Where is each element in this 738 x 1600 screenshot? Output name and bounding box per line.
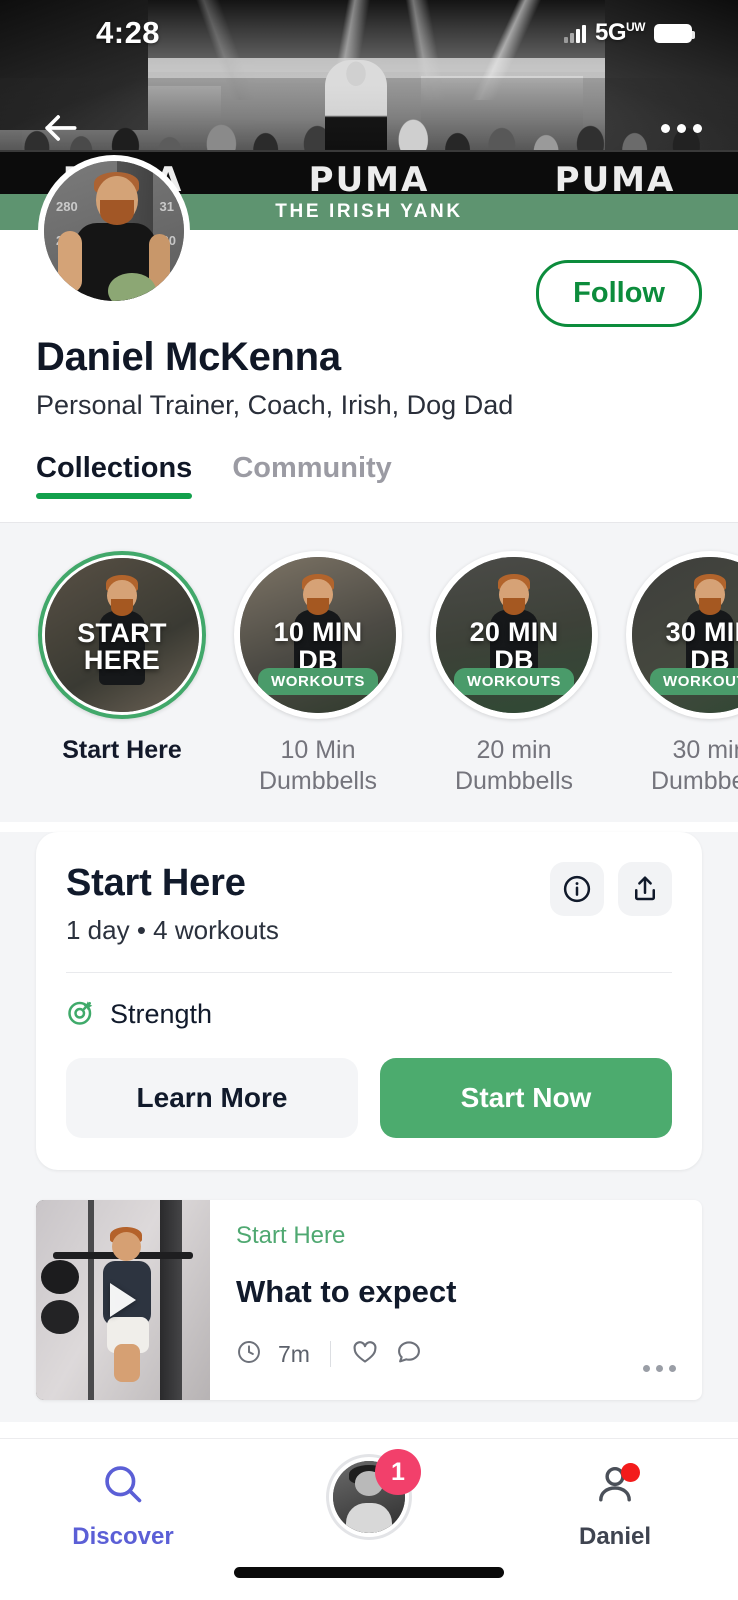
follow-button[interactable]: Follow [536,260,702,327]
profile-tabs: Collections Community [0,452,738,522]
collection-overlay-line1: 20 MIN [469,617,559,648]
tab-collections[interactable]: Collections [36,452,193,499]
start-now-button[interactable]: Start Now [380,1057,672,1138]
play-icon[interactable] [110,1282,136,1317]
workout-thumbnail[interactable] [36,1199,210,1400]
collection-name: Start Here [62,736,182,764]
program-title: Start Here [66,861,246,904]
collection-name: 20 min Dumbbells [454,736,574,796]
status-bar: 4:28 5GUW [0,0,738,66]
learn-more-button[interactable]: Learn More [66,1057,358,1138]
workout-eyebrow: Start Here [236,1221,346,1249]
collection-item-30-min-dumbbells[interactable]: 30 MIN DB WORKOUTS 30 min Dumbbells [626,551,738,798]
person-icon [592,1461,640,1512]
collections-carousel[interactable]: START HERE Start Here 10 MIN DB WORKOUTS [0,523,738,822]
clock-icon [236,1339,262,1370]
notification-badge: 1 [375,1449,421,1495]
collection-tag: WORKOUTS [454,668,574,695]
nav-item-discover[interactable]: Discover [1,1457,245,1551]
battery-icon [654,23,695,43]
notification-dot [621,1462,640,1482]
network-label: 5GUW [594,19,646,46]
workout-duration: 7m [278,1340,310,1367]
banner-name-text: THE IRISH YANK [275,201,463,222]
profile-name: Daniel McKenna [36,335,341,379]
workout-title: What to expect [236,1273,457,1309]
nav-item-profile[interactable]: Daniel [493,1457,737,1551]
collection-overlay-line1: 10 MIN [273,617,363,648]
back-arrow-icon[interactable] [38,106,82,150]
app-screen: PUMA PUMA PUMA 4:28 5GUW THE IRISH [0,0,738,1600]
heart-icon[interactable] [351,1338,379,1371]
collection-name: 10 Min Dumbbells [258,736,378,796]
signal-bars-icon [563,23,586,43]
more-options-icon[interactable] [661,123,702,133]
collection-name: 30 min Dumbbells [650,736,738,796]
collection-item-start-here[interactable]: START HERE Start Here [38,551,206,798]
more-options-icon[interactable] [643,1364,676,1372]
collection-item-10-min-dumbbells[interactable]: 10 MIN DB WORKOUTS 10 Min Dumbbells [234,551,402,798]
nav-label-discover: Discover [72,1523,174,1550]
collection-item-20-min-dumbbells[interactable]: 20 MIN DB WORKOUTS 20 min Dumbbells [430,551,598,798]
profile-section: 280290 3130 Follow Daniel McKenna Person… [0,155,738,420]
info-icon[interactable] [550,861,604,916]
home-indicator [234,1567,504,1578]
nav-item-center-avatar[interactable]: 1 [247,1449,491,1537]
search-icon [100,1461,146,1512]
target-goal-icon [66,997,96,1032]
collection-tag: WORKOUTS [650,668,738,695]
status-time: 4:28 [96,15,161,50]
workout-card[interactable]: Start Here What to expect 7m [36,1199,702,1400]
collection-tag: WORKOUTS [258,668,378,695]
tab-community[interactable]: Community [232,452,392,499]
collection-overlay-line2: HERE [83,645,161,676]
content-area: Start Here 1 day • 4 workouts Strength L… [0,831,738,1422]
program-subtitle: 1 day • 4 workouts [66,914,279,945]
comment-icon[interactable] [395,1338,423,1371]
program-tag-label: Strength [110,998,213,1029]
profile-bio: Personal Trainer, Coach, Irish, Dog Dad [36,390,514,420]
bottom-navigation: Discover 1 Daniel [0,1438,738,1600]
collection-overlay-line1: START [77,617,167,648]
program-card: Start Here 1 day • 4 workouts Strength L… [36,831,702,1170]
center-avatar[interactable]: 1 [329,1449,421,1537]
collection-overlay-line1: 30 MIN [665,617,738,648]
nav-label-profile: Daniel [578,1523,652,1550]
avatar[interactable]: 280290 3130 [38,155,190,307]
share-icon[interactable] [618,861,672,916]
